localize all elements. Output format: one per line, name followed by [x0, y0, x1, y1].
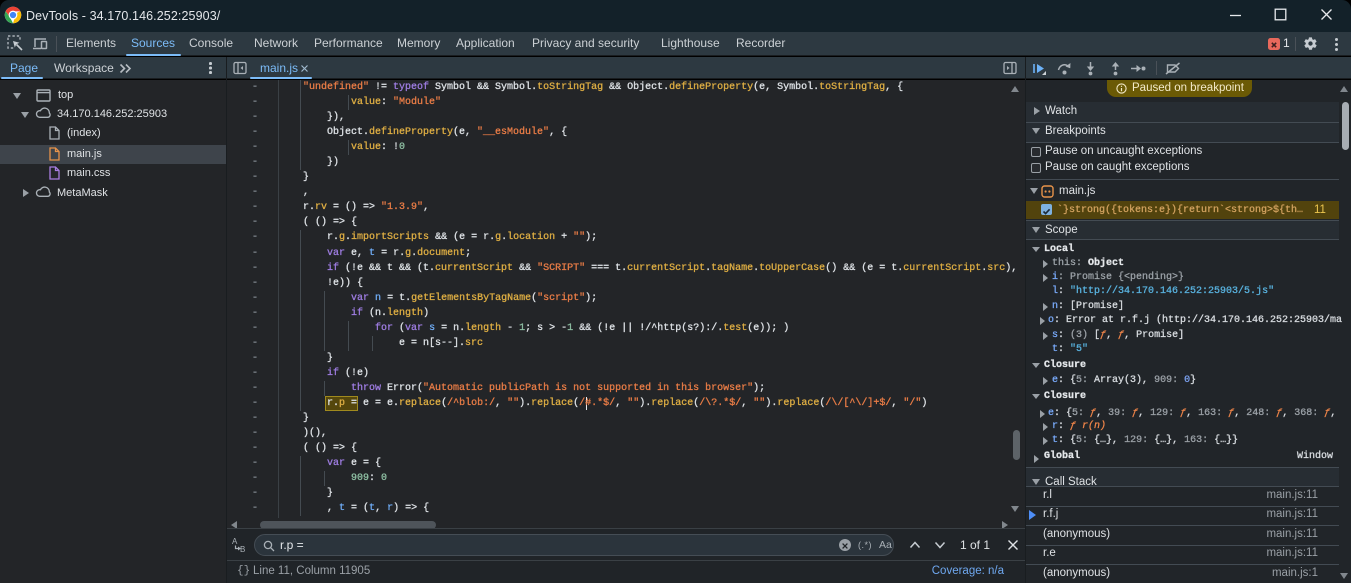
svg-text:B: B: [240, 545, 245, 553]
svg-text:A: A: [232, 537, 238, 546]
